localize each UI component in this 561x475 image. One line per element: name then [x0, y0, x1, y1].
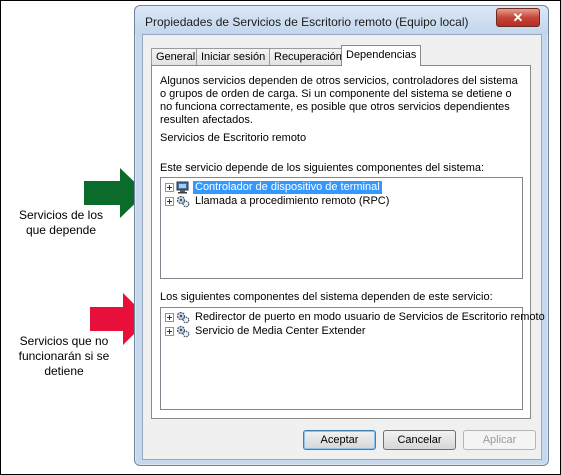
tree-item-label: Servicio de Media Center Extender	[195, 324, 366, 337]
service-gear-icon	[176, 195, 190, 207]
accept-button[interactable]: Aceptar	[303, 430, 376, 450]
service-gear-icon	[176, 311, 190, 323]
tab-iniciar-sesion[interactable]: Iniciar sesión	[196, 48, 271, 65]
service-gear-icon	[176, 325, 190, 337]
title-bar: Propiedades de Servicios de Escritorio r…	[135, 6, 548, 34]
tree-item[interactable]: Servicio de Media Center Extender	[165, 324, 368, 338]
close-button[interactable]: ✕	[496, 8, 540, 27]
expand-icon[interactable]	[165, 312, 174, 322]
depends-on-label: Este servicio depende de los siguientes …	[160, 162, 485, 174]
expand-icon[interactable]	[165, 182, 174, 192]
window-title: Propiedades de Servicios de Escritorio r…	[145, 15, 469, 29]
tab-dependencias[interactable]: Dependencias	[341, 45, 422, 66]
dependents-label: Los siguientes componentes del sistema d…	[160, 291, 493, 303]
expand-icon[interactable]	[165, 326, 174, 336]
tree-item[interactable]: Controlador de dispositivo de terminal	[165, 180, 382, 194]
tree-item-label: Redirector de puerto en modo usuario de …	[195, 310, 545, 323]
dependents-tree[interactable]: Redirector de puerto en modo usuario de …	[160, 307, 545, 410]
cancel-button[interactable]: Cancelar	[383, 430, 456, 450]
driver-icon	[176, 181, 189, 193]
expand-icon[interactable]	[165, 196, 174, 206]
dependencies-description: Algunos servicios dependen de otros serv…	[160, 75, 518, 126]
depends-on-tree[interactable]: Controlador de dispositivo de terminal L…	[160, 177, 523, 279]
service-name: Servicios de Escritorio remoto	[160, 132, 307, 144]
tree-item[interactable]: Redirector de puerto en modo usuario de …	[165, 310, 547, 324]
dialog-client-area: General Iniciar sesión Recuperación Depe…	[142, 34, 545, 460]
close-icon: ✕	[512, 10, 524, 25]
apply-button[interactable]: Aplicar	[463, 430, 536, 450]
tree-item-label: Controlador de dispositivo de terminal	[193, 180, 382, 194]
tab-general[interactable]: General	[151, 48, 201, 65]
properties-dialog: Propiedades de Servicios de Escritorio r…	[134, 5, 549, 466]
tree-item-label: Llamada a procedimiento remoto (RPC)	[195, 194, 390, 207]
tab-recuperacion[interactable]: Recuperación	[269, 48, 347, 65]
tree-item[interactable]: Llamada a procedimiento remoto (RPC)	[165, 194, 391, 208]
